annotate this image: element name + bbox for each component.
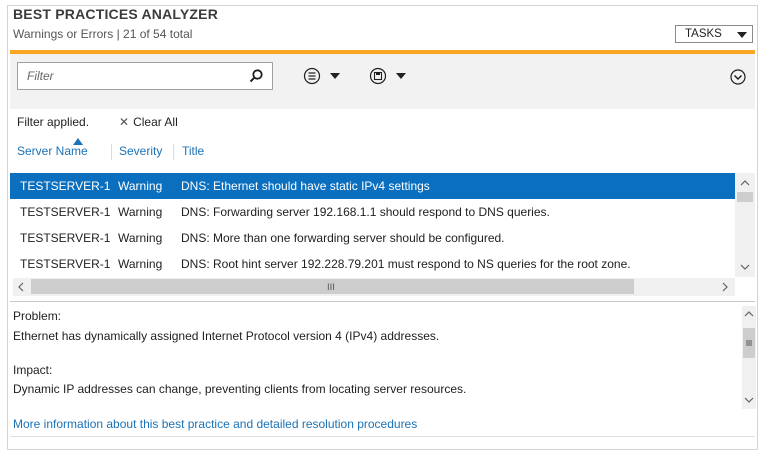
column-header-severity[interactable]: Severity [119,144,162,158]
tasks-label: TASKS [685,28,722,40]
details-pane: Problem: Ethernet has dynamically assign… [10,302,738,411]
bottom-divider [10,436,755,437]
filter-status: Filter applied. [17,115,90,129]
tasks-dropdown[interactable]: TASKS [675,25,753,43]
scroll-left-icon[interactable] [13,279,29,295]
table-row[interactable]: TESTSERVER-1 Warning DNS: Ethernet shoul… [10,173,738,199]
scroll-thumb[interactable] [743,328,755,358]
list-options-icon [303,67,321,85]
clear-all-button[interactable]: ✕ Clear All [119,115,178,129]
clear-all-label: Clear All [133,115,178,129]
column-divider[interactable] [173,144,174,160]
save-query-button[interactable] [366,67,414,85]
cell-severity: Warning [118,179,163,193]
details-vertical-scrollbar[interactable] [742,306,756,409]
chevron-down-icon [737,32,747,38]
column-header-server-name[interactable]: Server Name [17,144,88,158]
scroll-up-icon[interactable] [737,175,753,191]
search-icon[interactable] [248,68,264,84]
cell-severity: Warning [118,257,163,271]
cell-server: TESTSERVER-1 [20,179,111,193]
close-icon: ✕ [119,115,130,129]
cell-title: DNS: Forwarding server 192.168.1.1 shoul… [181,205,550,219]
cell-title: DNS: More than one forwarding server sho… [181,231,505,245]
table-row[interactable]: TESTSERVER-1 Warning DNS: Forwarding ser… [10,199,738,225]
table-row[interactable]: TESTSERVER-1 Warning DNS: Root hint serv… [10,251,738,277]
filter-input[interactable] [18,63,247,89]
impact-text: Dynamic IP addresses can change, prevent… [13,382,467,396]
column-header-title[interactable]: Title [182,144,204,158]
expand-icon[interactable] [730,69,746,85]
cell-server: TESTSERVER-1 [20,205,111,219]
table-row[interactable]: TESTSERVER-1 Warning DNS: More than one … [10,225,738,251]
cell-severity: Warning [118,205,163,219]
problem-text: Ethernet has dynamically assigned Intern… [13,329,440,343]
chevron-down-icon [396,73,406,79]
scroll-grip: III [327,283,335,293]
scroll-right-icon[interactable] [717,279,733,295]
scroll-up-icon[interactable] [741,306,757,322]
grid-horizontal-scrollbar[interactable]: III [13,278,735,296]
grip-icon [746,340,752,346]
column-headers: Server Name Severity Title [10,138,755,164]
cell-server: TESTSERVER-1 [20,257,111,271]
scroll-thumb[interactable]: III [31,279,634,294]
more-info-link[interactable]: More information about this best practic… [13,417,417,431]
chevron-down-icon [330,73,340,79]
column-divider[interactable] [111,144,112,160]
scroll-down-icon[interactable] [737,259,753,275]
problem-label: Problem: [13,309,62,323]
scroll-down-icon[interactable] [741,392,757,408]
results-count: Warnings or Errors | 21 of 54 total [13,27,193,41]
scroll-thumb[interactable] [737,192,753,202]
cell-title: DNS: Ethernet should have static IPv4 se… [181,179,430,193]
cell-title: DNS: Root hint server 192.228.79.201 mus… [181,257,631,271]
cell-server: TESTSERVER-1 [20,231,111,245]
save-query-icon [369,67,387,85]
impact-label: Impact: [13,363,53,377]
list-options-button[interactable] [300,67,348,85]
panel-title: BEST PRACTICES ANALYZER [13,6,219,22]
filter-box[interactable] [17,62,273,90]
cell-severity: Warning [118,231,163,245]
grid-vertical-scrollbar[interactable] [735,173,755,277]
